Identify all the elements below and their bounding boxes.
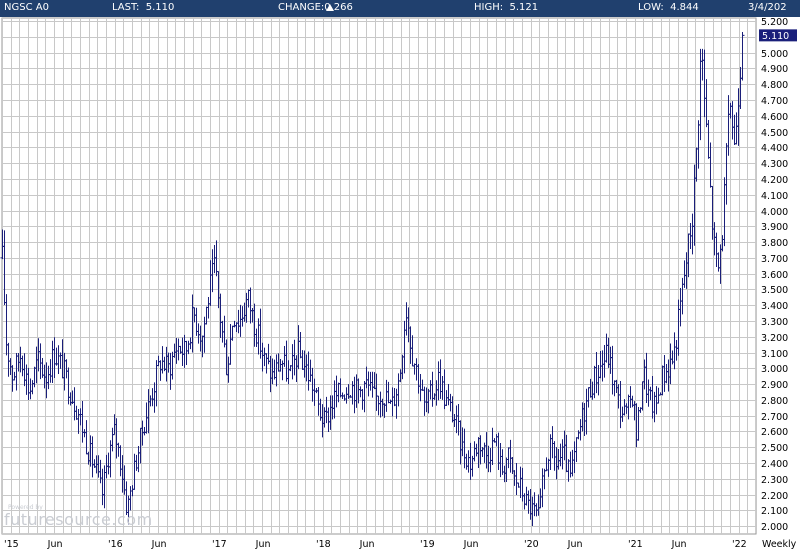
x-tick-label: Jun [671,539,687,550]
y-tick-label: 2.900 [761,380,788,391]
x-tick-label: '20 [524,539,539,550]
y-tick-label: 3.300 [761,317,788,328]
y-tick-label: 4.800 [761,80,788,91]
x-tick-label: Jun [255,539,271,550]
y-tick-label: 3.500 [761,285,788,296]
y-tick-label: 4.700 [761,96,788,107]
period-label: Weekly [762,539,797,550]
y-tick-label: 2.400 [761,459,788,470]
y-tick-label: 4.300 [761,159,788,170]
x-tick-label: '22 [732,539,747,550]
y-tick-label: 3.100 [761,349,788,360]
x-tick-label: Jun [567,539,583,550]
y-tick-label: 2.600 [761,427,788,438]
y-tick-label: 3.000 [761,364,788,375]
y-tick-label: 2.000 [761,522,788,533]
y-tick-label: 3.800 [761,238,788,249]
y-tick-label: 3.700 [761,254,788,265]
last-price-badge-label: 5.110 [762,31,789,42]
y-tick-label: 2.500 [761,443,788,454]
y-tick-label: 2.200 [761,491,788,502]
x-axis: '15 Jun '16 Jun '17 Jun '18 Jun '19 Jun '20 Jun '21 J… [4,539,797,550]
x-tick-label: '21 [628,539,643,550]
x-tick-label: Jun [463,539,479,550]
y-tick-label: 2.700 [761,412,788,423]
x-tick-label: Jun [151,539,167,550]
x-tick-label: '15 [4,539,19,550]
x-tick-label: Jun [359,539,375,550]
price-chart: 2.000 2.100 2.200 2.300 2.400 2.500 2.600 2.700… [0,17,797,550]
chart-grid [1,17,757,535]
y-tick-label: 5.000 [761,49,788,60]
y-tick-label: 4.000 [761,207,788,218]
y-tick-label: 3.600 [761,270,788,281]
watermark-logo: futuresource.com [4,510,153,529]
y-tick-label: 2.800 [761,396,788,407]
y-tick-label: 4.400 [761,143,788,154]
y-tick-label: 4.200 [761,175,788,186]
y-tick-label: 4.600 [761,112,788,123]
x-tick-label: '16 [108,539,123,550]
y-tick-label: 3.400 [761,301,788,312]
y-tick-label: 4.500 [761,128,788,139]
y-tick-label: 2.300 [761,475,788,486]
y-tick-label: 4.900 [761,64,788,75]
y-tick-label: 2.100 [761,506,788,517]
y-tick-label: 5.200 [761,17,788,28]
y-axis: 2.000 2.100 2.200 2.300 2.400 2.500 2.600 2.700… [759,17,797,533]
x-tick-label: '19 [420,539,435,550]
x-tick-label: Jun [47,539,63,550]
y-tick-label: 3.200 [761,333,788,344]
x-tick-label: '17 [212,539,227,550]
y-tick-label: 4.100 [761,191,788,202]
y-tick-label: 3.900 [761,222,788,233]
x-tick-label: '18 [316,539,331,550]
